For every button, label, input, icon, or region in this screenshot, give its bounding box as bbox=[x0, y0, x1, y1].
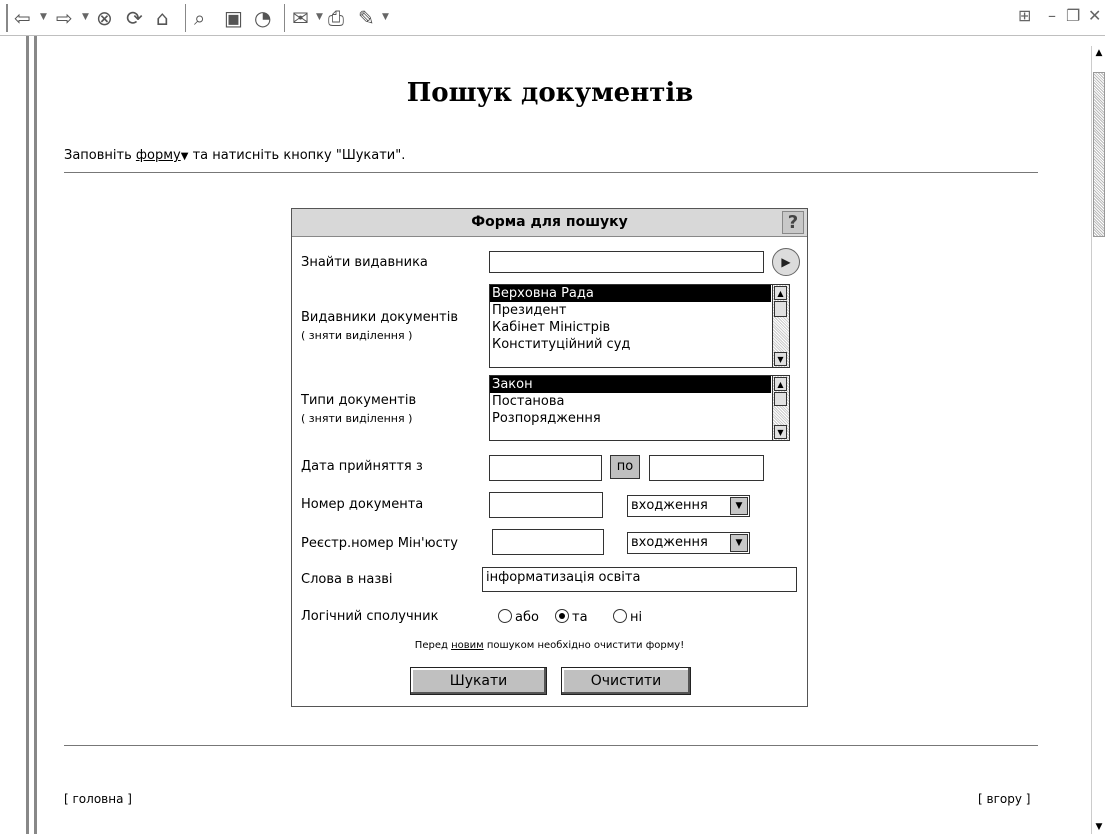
list-item[interactable]: Конституційний суд bbox=[490, 336, 789, 353]
date-to-button[interactable]: по bbox=[610, 455, 640, 479]
radio-circle[interactable] bbox=[498, 609, 512, 623]
reg-number-label: Реєстр.номер Мін'юсту bbox=[301, 536, 458, 551]
toolbar-grip bbox=[6, 4, 8, 32]
intro-text: Заповніть форму▼ та натисніть кнопку "Шу… bbox=[64, 148, 405, 163]
back-dropdown-icon[interactable]: ▼ bbox=[40, 12, 47, 22]
listbox-scrollbar[interactable]: ▲ ▼ bbox=[772, 376, 789, 440]
stop-icon[interactable]: ⊗ bbox=[96, 6, 113, 30]
scroll-up-icon[interactable]: ▲ bbox=[774, 377, 787, 391]
list-item[interactable]: Президент bbox=[490, 302, 789, 319]
publishers-label: Видавники документів bbox=[301, 310, 459, 325]
back-icon[interactable]: ⇦ bbox=[14, 6, 31, 30]
form-header: Форма для пошуку bbox=[292, 209, 807, 237]
publishers-listbox[interactable]: Верховна Рада Президент Кабінет Міністрі… bbox=[489, 284, 790, 368]
scroll-down-icon[interactable]: ▼ bbox=[1094, 822, 1104, 832]
radio-or[interactable]: або bbox=[498, 609, 539, 625]
edit-icon[interactable]: ✎ bbox=[358, 6, 375, 30]
top-link[interactable]: [ вгору ] bbox=[978, 792, 1030, 806]
find-publisher-label: Знайти видавника bbox=[301, 255, 428, 270]
list-item[interactable]: Кабінет Міністрів bbox=[490, 319, 789, 336]
forward-icon[interactable]: ⇨ bbox=[56, 6, 73, 30]
publishers-clear-link[interactable]: ( зняти виділення ) bbox=[301, 329, 412, 342]
radio-label: ні bbox=[630, 610, 643, 625]
doc-number-label: Номер документа bbox=[301, 497, 424, 512]
scroll-up-icon[interactable]: ▲ bbox=[1094, 48, 1104, 58]
home-link[interactable]: [ головна ] bbox=[64, 792, 132, 806]
restore-icon[interactable]: ❐ bbox=[1066, 6, 1080, 25]
frame-border[interactable] bbox=[34, 36, 37, 834]
history-icon[interactable]: ◔ bbox=[254, 6, 271, 30]
search-form: Форма для пошуку ? Знайти видавника ▶ Ви… bbox=[291, 208, 808, 707]
scroll-up-icon[interactable]: ▲ bbox=[774, 286, 787, 300]
clear-button[interactable]: Очистити bbox=[561, 667, 691, 695]
types-clear-link[interactable]: ( зняти виділення ) bbox=[301, 412, 412, 425]
favorites-icon[interactable]: ▣ bbox=[224, 6, 243, 30]
go-arrow-icon[interactable]: ▶ bbox=[772, 248, 800, 276]
date-from-input[interactable] bbox=[489, 455, 602, 481]
reg-number-mode-select[interactable]: входження ▼ bbox=[627, 532, 750, 554]
radio-and[interactable]: та bbox=[555, 609, 588, 625]
reg-number-input[interactable] bbox=[492, 529, 604, 555]
refresh-icon[interactable]: ⟳ bbox=[126, 6, 143, 30]
types-label: Типи документів bbox=[301, 393, 417, 408]
listbox-scrollbar[interactable]: ▲ ▼ bbox=[772, 285, 789, 367]
print-icon[interactable]: ⎙ bbox=[328, 6, 344, 30]
logic-label: Логічний сполучник bbox=[301, 609, 439, 624]
edit-dropdown-icon[interactable]: ▼ bbox=[382, 12, 389, 22]
page-scrollbar[interactable]: ▲ ▼ bbox=[1091, 46, 1105, 834]
chevron-down-icon[interactable]: ▼ bbox=[730, 497, 748, 515]
radio-circle[interactable] bbox=[555, 609, 569, 623]
doc-number-mode-select[interactable]: входження ▼ bbox=[627, 495, 750, 517]
scrollbar-thumb[interactable] bbox=[774, 392, 787, 406]
radio-circle[interactable] bbox=[613, 609, 627, 623]
frame-border bbox=[26, 36, 29, 834]
note-link[interactable]: новим bbox=[451, 640, 484, 651]
list-item[interactable]: Постанова bbox=[490, 393, 789, 410]
windows-logo-icon: ⊞ bbox=[1018, 6, 1032, 25]
scrollbar-thumb[interactable] bbox=[1093, 72, 1105, 237]
radio-label: та bbox=[572, 610, 588, 625]
divider bbox=[64, 172, 1038, 173]
select-value: входження bbox=[631, 498, 708, 513]
clear-form-note: Перед новим пошуком необхідно очистити ф… bbox=[292, 640, 807, 651]
divider bbox=[64, 745, 1038, 746]
date-to-input[interactable] bbox=[649, 455, 764, 481]
home-icon[interactable]: ⌂ bbox=[156, 6, 169, 30]
scroll-down-icon[interactable]: ▼ bbox=[774, 352, 787, 366]
browser-toolbar: ⇦ ▼ ⇨ ▼ ⊗ ⟳ ⌂ ⌕ ▣ ◔ ✉ ▼ ⎙ ✎ ▼ ⊞ – ❐ ✕ bbox=[0, 0, 1105, 36]
note-suffix: пошуком необхідно очистити форму! bbox=[483, 640, 685, 651]
toolbar-separator bbox=[185, 4, 186, 32]
scroll-down-icon[interactable]: ▼ bbox=[774, 425, 787, 439]
intro-suffix: та натисніть кнопку "Шукати". bbox=[188, 148, 406, 163]
mail-icon[interactable]: ✉ bbox=[292, 6, 309, 30]
forward-dropdown-icon[interactable]: ▼ bbox=[82, 12, 89, 22]
radio-label: або bbox=[515, 610, 539, 625]
title-words-input[interactable]: інформатизація освіта bbox=[482, 567, 797, 592]
radio-not[interactable]: ні bbox=[613, 609, 642, 625]
help-button[interactable]: ? bbox=[782, 211, 804, 234]
close-icon[interactable]: ✕ bbox=[1088, 6, 1101, 25]
scrollbar-thumb[interactable] bbox=[774, 301, 787, 317]
date-label: Дата прийняття з bbox=[301, 459, 423, 474]
minimize-icon[interactable]: – bbox=[1048, 6, 1056, 25]
title-words-label: Слова в назві bbox=[301, 572, 393, 587]
select-value: входження bbox=[631, 535, 708, 550]
types-listbox[interactable]: Закон Постанова Розпорядження ▲ ▼ bbox=[489, 375, 790, 441]
form-link[interactable]: форму bbox=[136, 148, 181, 163]
find-publisher-input[interactable] bbox=[489, 251, 764, 273]
search-icon[interactable]: ⌕ bbox=[194, 6, 205, 30]
list-item[interactable]: Верховна Рада bbox=[490, 285, 771, 302]
chevron-down-icon[interactable]: ▼ bbox=[730, 534, 748, 552]
list-item[interactable]: Розпорядження bbox=[490, 410, 789, 427]
form-title: Форма для пошуку bbox=[471, 214, 628, 230]
toolbar-separator bbox=[284, 4, 285, 32]
intro-prefix: Заповніть bbox=[64, 148, 136, 163]
note-prefix: Перед bbox=[414, 640, 452, 651]
search-button[interactable]: Шукати bbox=[410, 667, 547, 695]
mail-dropdown-icon[interactable]: ▼ bbox=[316, 12, 323, 22]
doc-number-input[interactable] bbox=[489, 492, 603, 518]
page-title: Пошук документів bbox=[406, 78, 694, 108]
list-item[interactable]: Закон bbox=[490, 376, 771, 393]
